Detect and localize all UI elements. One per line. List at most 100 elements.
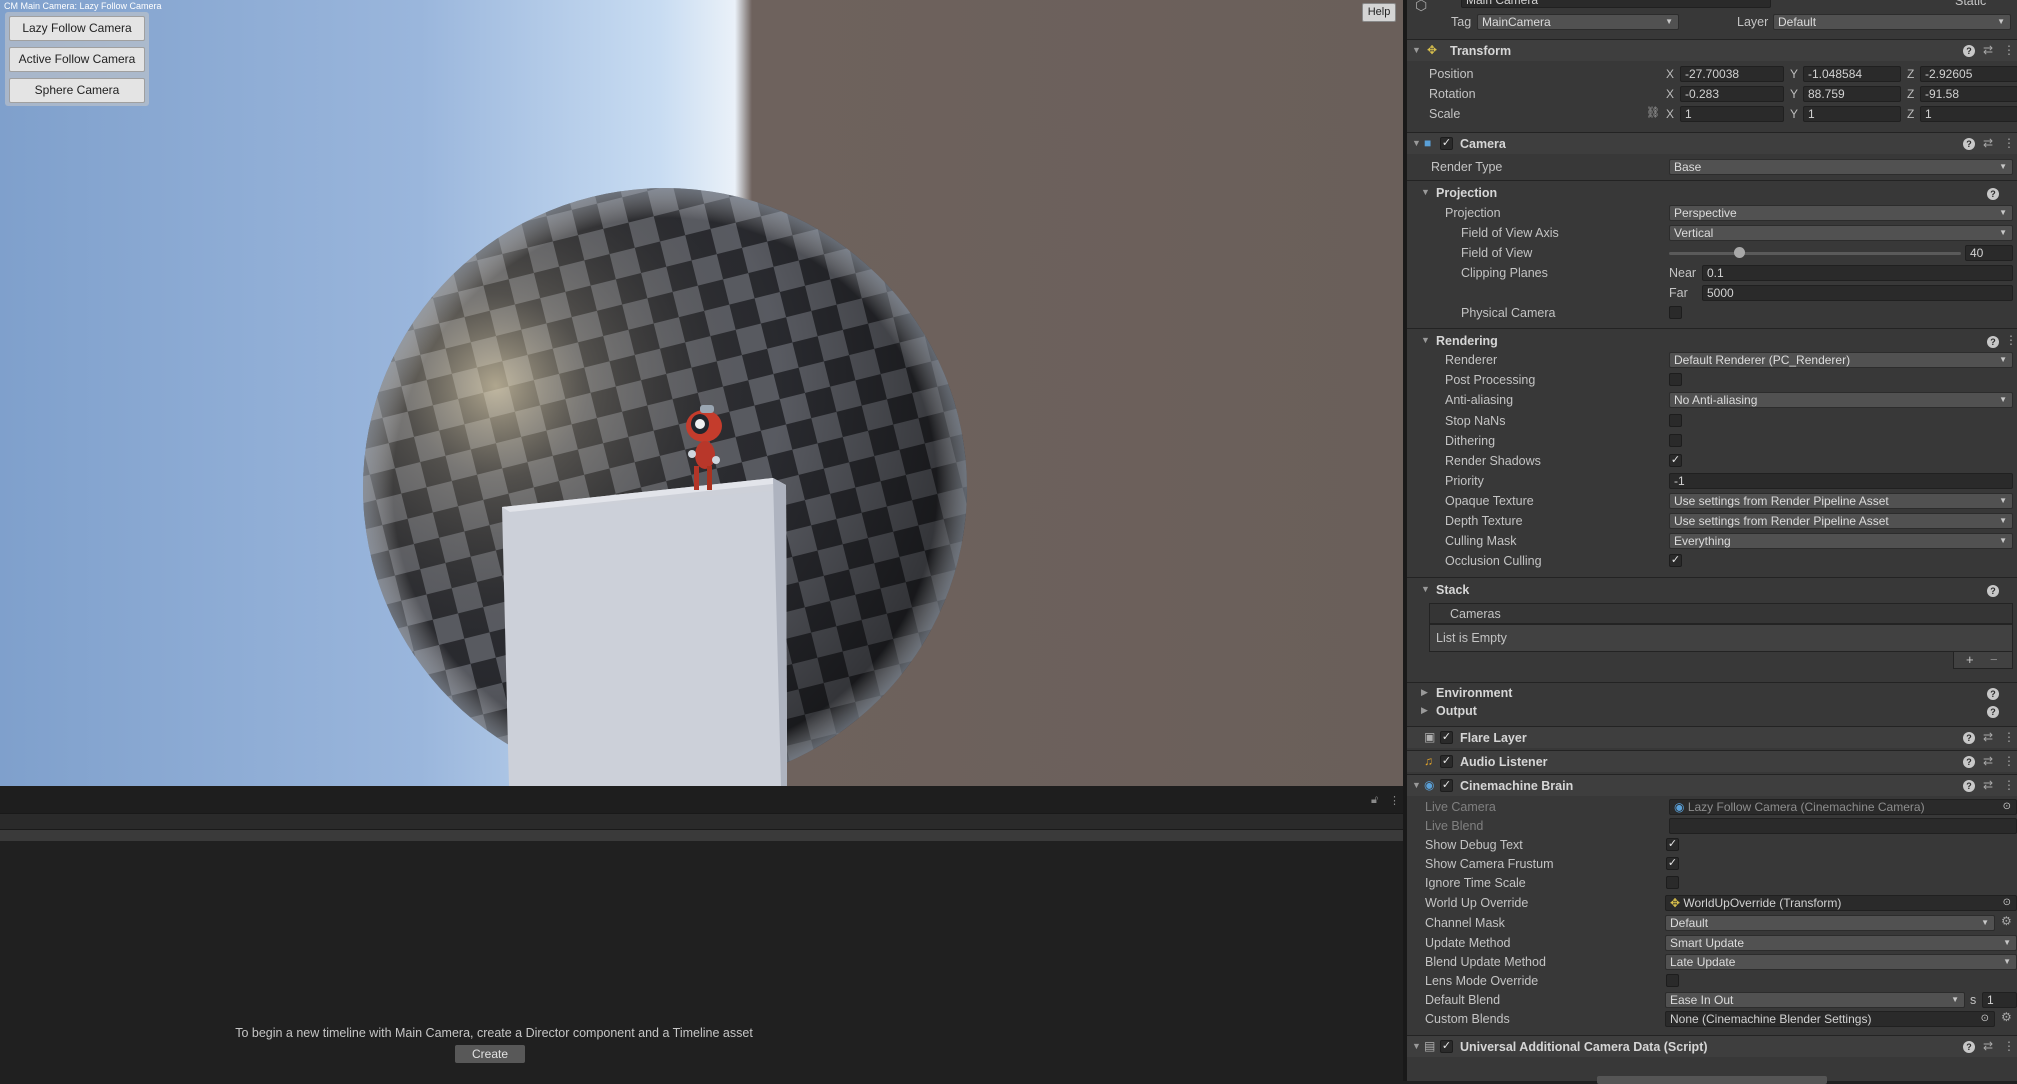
foldout-arrow-icon[interactable]: ▼ [1412,138,1421,148]
rotation-y-field[interactable]: 88.759 [1803,86,1901,102]
help-icon[interactable]: ? [1987,706,1999,718]
audio-listener-enabled-checkbox[interactable]: ✓ [1440,755,1453,768]
fov-field[interactable]: 40 [1965,245,2013,261]
update-method-dropdown[interactable]: Smart Update ▼ [1665,935,2017,951]
scale-x-field[interactable]: 1 [1680,106,1784,122]
preset-icon[interactable]: ⇄ [1983,730,1993,744]
post-processing-checkbox[interactable] [1669,373,1682,386]
more-menu-icon[interactable]: ⋮ [2003,778,2015,792]
custom-blends-field[interactable]: None (Cinemachine Blender Settings) ⊙ [1665,1011,1995,1027]
object-name-field[interactable]: Main Camera [1461,0,1771,8]
fov-slider-thumb[interactable] [1734,247,1746,258]
add-component-button[interactable] [1597,1076,1827,1084]
target-icon[interactable]: ⊙ [1981,1012,1989,1026]
preset-icon[interactable]: ⇄ [1983,43,1993,57]
position-z-field[interactable]: -2.92605 [1920,66,2017,82]
blend-time-field[interactable]: 1 [1982,992,2017,1008]
ignore-time-scale-checkbox[interactable] [1666,876,1679,889]
rotation-x-field[interactable]: -0.283 [1680,86,1784,102]
render-shadows-checkbox[interactable]: ✓ [1669,454,1682,467]
target-icon[interactable]: ⊙ [2003,896,2011,910]
blend-update-method-dropdown[interactable]: Late Update ▼ [1665,954,2017,970]
foldout-arrow-icon[interactable]: ▶ [1421,705,1428,716]
help-icon[interactable]: ? [1987,188,1999,200]
far-field[interactable]: 5000 [1702,285,2013,301]
preset-icon[interactable]: ⇄ [1983,1039,1993,1053]
more-menu-icon[interactable]: ⋮ [1389,794,1400,807]
show-debug-text-checkbox[interactable]: ✓ [1666,838,1679,851]
lens-mode-override-checkbox[interactable] [1666,974,1679,987]
cinemachine-brain-enabled-checkbox[interactable]: ✓ [1440,779,1453,792]
position-y-field[interactable]: -1.048584 [1803,66,1901,82]
more-menu-icon[interactable]: ⋮ [2003,136,2015,150]
create-timeline-button[interactable]: Create [455,1045,525,1063]
rotation-z-field[interactable]: -91.58 [1920,86,2017,102]
scale-z-field[interactable]: 1 [1920,106,2017,122]
fov-slider-track[interactable] [1669,252,1961,255]
transform-header[interactable]: ▼ ✥ Transform ? ⇄ ⋮ [1407,39,2017,61]
help-icon[interactable]: ? [1987,585,1999,597]
dithering-checkbox[interactable] [1669,434,1682,447]
uacd-header[interactable]: ▼ ▤ ✓ Universal Additional Camera Data (… [1407,1035,2017,1057]
sphere-camera-button[interactable]: Sphere Camera [9,78,145,103]
help-icon[interactable]: ? [1963,732,1975,744]
lock-icon[interactable]: 🔓︎ [1371,794,1378,807]
camera-enabled-checkbox[interactable]: ✓ [1440,137,1453,150]
flare-layer-enabled-checkbox[interactable]: ✓ [1440,731,1453,744]
more-menu-icon[interactable]: ⋮ [2003,43,2015,57]
show-camera-frustum-checkbox[interactable]: ✓ [1666,857,1679,870]
cinemachine-brain-header[interactable]: ▼ ◉ ✓ Cinemachine Brain ? ⇄ ⋮ [1407,774,2017,796]
help-icon[interactable]: ? [1963,45,1975,57]
remove-icon[interactable]: − [1990,652,1998,667]
priority-field[interactable]: -1 [1669,473,2013,489]
near-field[interactable]: 0.1 [1702,265,2013,281]
projection-dropdown[interactable]: Perspective ▼ [1669,205,2013,221]
stop-nans-checkbox[interactable] [1669,414,1682,427]
help-icon[interactable]: ? [1987,336,1999,348]
active-follow-camera-button[interactable]: Active Follow Camera [9,47,145,72]
physical-camera-checkbox[interactable] [1669,306,1682,319]
renderer-dropdown[interactable]: Default Renderer (PC_Renderer) ▼ [1669,352,2013,368]
camera-header[interactable]: ▼ ■ ✓ Camera ? ⇄ ⋮ [1407,132,2017,154]
world-up-override-field[interactable]: ✥ WorldUpOverride (Transform) ⊙ [1665,895,2017,911]
default-blend-dropdown[interactable]: Ease In Out ▼ [1665,992,1965,1008]
preset-icon[interactable]: ⇄ [1983,136,1993,150]
help-icon[interactable]: ? [1963,1041,1975,1053]
scale-y-field[interactable]: 1 [1803,106,1901,122]
help-icon[interactable]: ? [1963,756,1975,768]
layer-dropdown[interactable]: Default ▼ [1773,14,2011,30]
opaque-texture-dropdown[interactable]: Use settings from Render Pipeline Asset ▼ [1669,493,2013,509]
link-icon[interactable]: ⛓ [1646,106,1660,119]
help-icon[interactable]: ? [1987,688,1999,700]
lazy-follow-camera-button[interactable]: Lazy Follow Camera [9,16,145,41]
foldout-arrow-icon[interactable]: ▼ [1421,335,1430,345]
flare-layer-header[interactable]: ▣ ✓ Flare Layer ? ⇄ ⋮ [1407,726,2017,748]
more-menu-icon[interactable]: ⋮ [2005,333,2017,347]
more-menu-icon[interactable]: ⋮ [2003,1039,2015,1053]
gear-icon[interactable]: ⚙ [2001,914,2012,928]
uacd-enabled-checkbox[interactable]: ✓ [1440,1040,1453,1053]
more-menu-icon[interactable]: ⋮ [2003,754,2015,768]
more-menu-icon[interactable]: ⋮ [2003,730,2015,744]
foldout-arrow-icon[interactable]: ▼ [1412,45,1421,55]
culling-mask-dropdown[interactable]: Everything ▼ [1669,533,2013,549]
fov-axis-dropdown[interactable]: Vertical ▼ [1669,225,2013,241]
preset-icon[interactable]: ⇄ [1983,778,1993,792]
foldout-arrow-icon[interactable]: ▼ [1412,780,1421,790]
audio-listener-header[interactable]: ♫ ✓ Audio Listener ? ⇄ ⋮ [1407,750,2017,772]
help-icon[interactable]: ? [1963,780,1975,792]
foldout-arrow-icon[interactable]: ▼ [1421,584,1430,594]
anti-aliasing-dropdown[interactable]: No Anti-aliasing ▼ [1669,392,2013,408]
gear-icon[interactable]: ⚙ [2001,1010,2012,1024]
foldout-arrow-icon[interactable]: ▼ [1412,1041,1421,1051]
preset-icon[interactable]: ⇄ [1983,754,1993,768]
tag-dropdown[interactable]: MainCamera ▼ [1477,14,1679,30]
foldout-arrow-icon[interactable]: ▶ [1421,687,1428,698]
help-button[interactable]: Help [1362,3,1396,22]
position-x-field[interactable]: -27.70038 [1680,66,1784,82]
channel-mask-dropdown[interactable]: Default ▼ [1665,915,1995,931]
render-type-dropdown[interactable]: Base ▼ [1669,159,2013,175]
depth-texture-dropdown[interactable]: Use settings from Render Pipeline Asset ▼ [1669,513,2013,529]
help-icon[interactable]: ? [1963,138,1975,150]
foldout-arrow-icon[interactable]: ▼ [1421,187,1430,197]
